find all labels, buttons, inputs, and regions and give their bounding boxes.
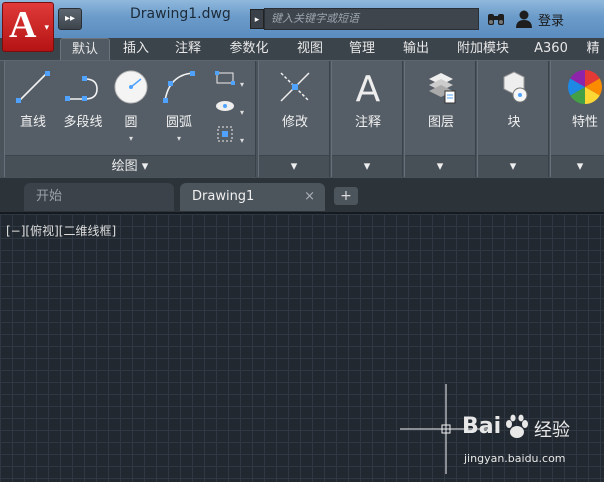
modify-panel[interactable]: 修改 ▾ — [258, 61, 330, 177]
polyline-tool-label: 多段线 — [63, 115, 103, 130]
autocad-logo-icon: A — [9, 4, 37, 46]
paw-icon — [506, 414, 528, 438]
chevron-down-icon[interactable]: ▾ — [177, 134, 181, 143]
layers-panel[interactable]: 图层 ▾ — [404, 61, 476, 177]
polyline-tool-button[interactable]: 多段线 — [57, 67, 109, 130]
annotation-icon: A — [356, 69, 381, 110]
tab-view[interactable]: 视图 — [288, 38, 332, 60]
modify-icon — [280, 72, 310, 102]
block-icon — [503, 71, 528, 103]
layers-icon — [429, 73, 456, 104]
title-bar: ▸▸ Drawing1.dwg ▸ 键入关键字或短语 登录 — [0, 0, 604, 38]
annotation-panel[interactable]: A 注释 ▾ — [331, 61, 403, 177]
chevron-down-icon[interactable]: ▾ — [332, 155, 402, 177]
document-title: Drawing1.dwg — [130, 6, 231, 22]
chevron-down-icon: ▾ — [44, 23, 49, 33]
search-expand-button[interactable]: ▸ — [250, 9, 264, 29]
hatch-tool-button[interactable]: ▾ — [209, 97, 249, 117]
tab-drawing1[interactable]: Drawing1 × — [180, 183, 325, 211]
layers-panel-label: 图层 — [427, 115, 454, 130]
tab-start-label: 开始 — [36, 189, 63, 204]
chevron-down-icon[interactable]: ▾ — [405, 155, 475, 177]
application-menu-button[interactable]: A ▾ — [2, 2, 54, 52]
close-icon[interactable]: × — [304, 183, 315, 211]
line-tool-button[interactable]: 直线 — [11, 67, 55, 130]
block-panel[interactable]: 块 ▾ — [477, 61, 549, 177]
watermark-brand: Bai — [462, 414, 502, 439]
tab-drawing1-label: Drawing1 — [192, 189, 255, 204]
rectangle-icon — [214, 71, 235, 85]
chevron-down-icon[interactable]: ▾ — [478, 155, 548, 177]
tab-a360[interactable]: A360 — [528, 38, 574, 60]
tab-default[interactable]: 默认 — [60, 38, 110, 60]
boundary-icon — [217, 126, 233, 142]
circle-tool-label: 圆 — [124, 115, 138, 130]
tab-annotate[interactable]: 注释 — [166, 38, 210, 60]
tab-addins[interactable]: 附加模块 — [446, 38, 520, 60]
draw-panel-footer[interactable]: 绘图 ▾ — [5, 155, 255, 177]
svg-text:A: A — [356, 69, 381, 107]
block-panel-label: 块 — [507, 115, 521, 130]
boundary-tool-button[interactable]: ▾ — [209, 125, 249, 145]
baidu-watermark: Bai 经验 jingyan.baidu.com — [462, 414, 592, 470]
properties-icon — [568, 70, 602, 104]
polyline-icon — [65, 76, 98, 101]
line-icon — [16, 71, 50, 103]
search-input[interactable]: 键入关键字或短语 — [264, 8, 479, 30]
hatch-icon — [215, 101, 234, 111]
circle-tool-button[interactable]: 圆 ▾ — [109, 67, 153, 145]
quick-access-more-button[interactable]: ▸▸ — [58, 8, 82, 30]
tab-output[interactable]: 输出 — [394, 38, 438, 60]
circle-icon — [114, 70, 148, 104]
ribbon-tab-bar: 默认 插入 注释 参数化 视图 管理 输出 附加模块 A360 精 — [0, 38, 604, 60]
properties-panel[interactable]: 特性 ▾ — [550, 61, 604, 177]
new-tab-button[interactable]: + — [334, 187, 358, 205]
binoculars-icon[interactable] — [486, 10, 506, 28]
chevron-down-icon[interactable]: ▾ — [551, 155, 604, 177]
tab-insert[interactable]: 插入 — [114, 38, 158, 60]
tab-manage[interactable]: 管理 — [340, 38, 384, 60]
annotation-panel-label: 注释 — [354, 115, 381, 130]
properties-panel-label: 特性 — [571, 115, 598, 130]
login-link[interactable]: 登录 — [538, 10, 564, 29]
tab-parametric[interactable]: 参数化 — [220, 38, 278, 60]
ribbon: 直线 多段线 圆 ▾ 圆弧 ▾ ▾ ▾ ▾ 绘图 ▾ 修改 ▾ A 注释 ▾ 图… — [0, 60, 604, 178]
watermark-url: jingyan.baidu.com — [464, 452, 566, 465]
chevron-down-icon[interactable]: ▾ — [259, 155, 329, 177]
tab-start[interactable]: 开始 — [24, 183, 174, 211]
rectangle-tool-button[interactable]: ▾ — [209, 69, 249, 89]
tab-featured[interactable]: 精 — [582, 38, 604, 60]
watermark-brand2: 经验 — [534, 420, 570, 441]
draw-panel: 直线 多段线 圆 ▾ 圆弧 ▾ ▾ ▾ ▾ 绘图 ▾ — [4, 61, 256, 177]
modify-panel-label: 修改 — [281, 115, 308, 130]
arc-tool-label: 圆弧 — [165, 115, 192, 130]
user-icon[interactable] — [515, 9, 533, 29]
document-tab-bar: 开始 Drawing1 × — [0, 178, 604, 212]
viewport-controls[interactable]: [−][俯视][二维线框] — [6, 222, 116, 239]
chevron-down-icon[interactable]: ▾ — [129, 134, 133, 143]
line-tool-label: 直线 — [19, 115, 46, 130]
arc-icon — [163, 71, 195, 103]
arc-tool-button[interactable]: 圆弧 ▾ — [157, 67, 201, 145]
